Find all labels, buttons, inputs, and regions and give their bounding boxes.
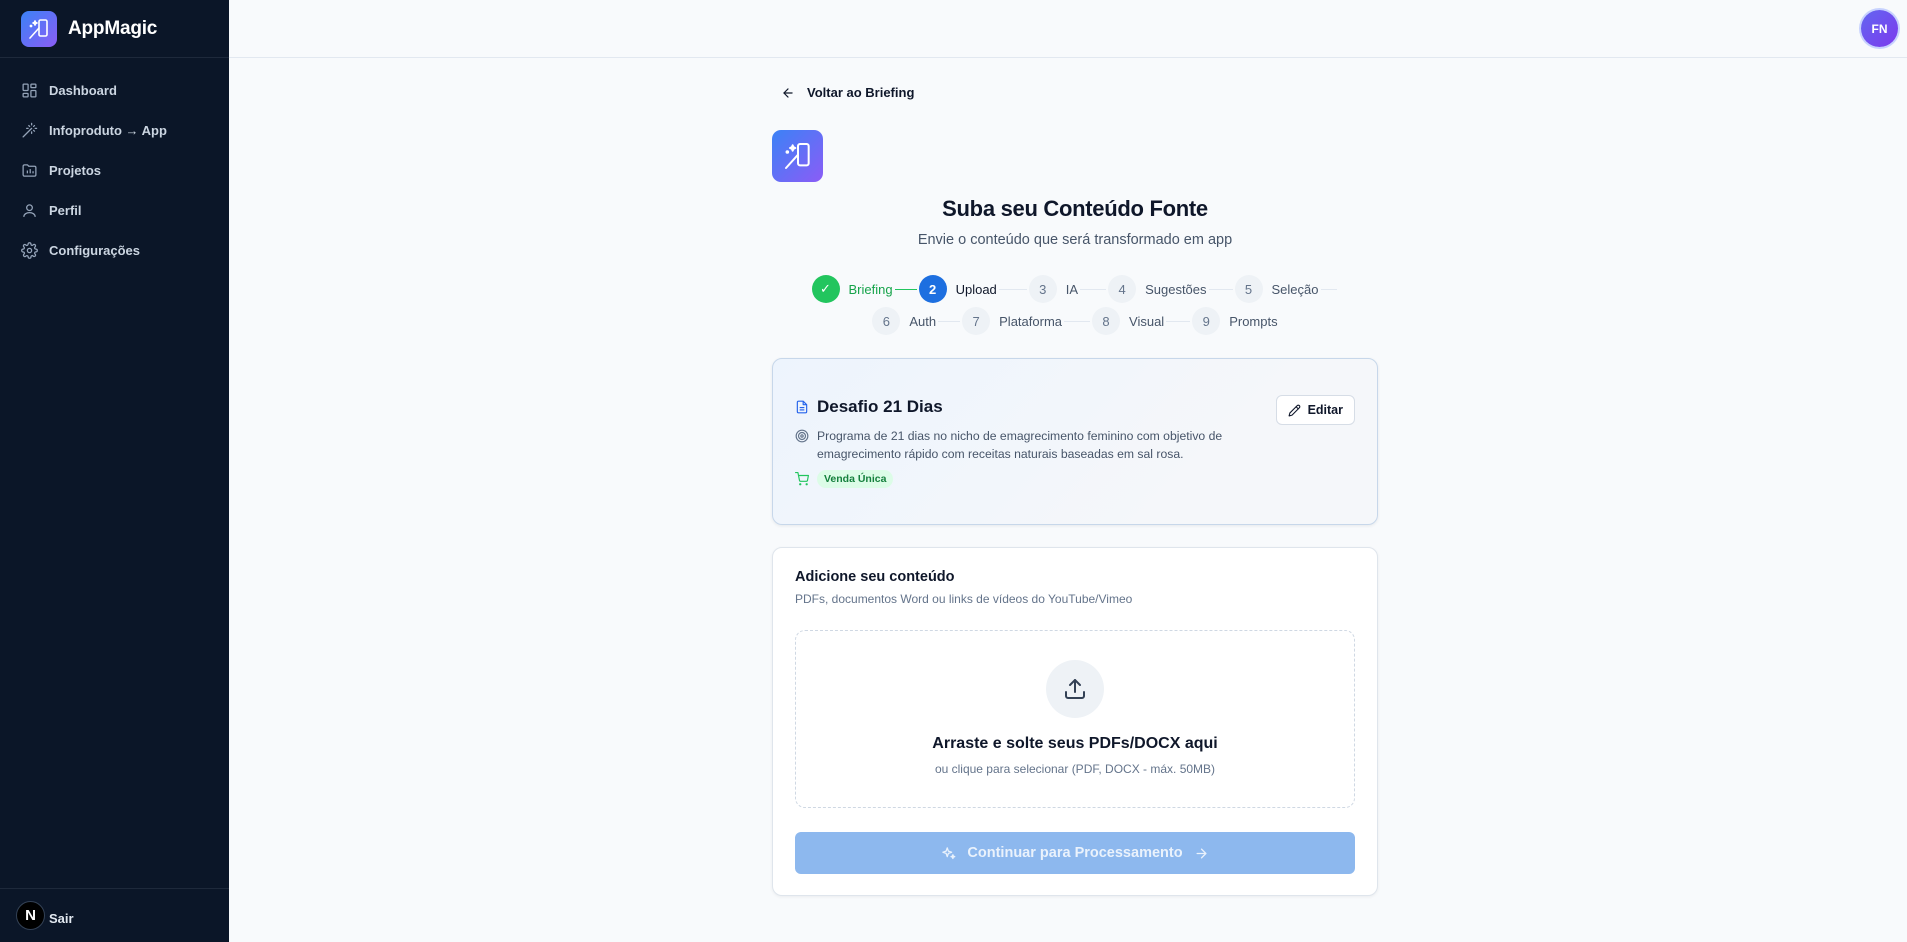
sidebar-item-infoproduto-app[interactable]: Infoproduto → App bbox=[0, 110, 229, 150]
logout-button[interactable]: Sair bbox=[49, 911, 74, 926]
dropzone-title: Arraste e solte seus PDFs/DOCX aqui bbox=[932, 735, 1218, 752]
step-number: 8 bbox=[1092, 307, 1121, 335]
step-ia[interactable]: 3 IA bbox=[1028, 275, 1079, 303]
step-label: Upload bbox=[955, 281, 997, 297]
edit-button[interactable]: Editar bbox=[1275, 395, 1355, 425]
status-badge: Venda Única bbox=[817, 470, 894, 488]
folder-chart-icon bbox=[22, 163, 37, 177]
magic-wand-phone-icon bbox=[772, 130, 823, 182]
document-icon bbox=[796, 400, 808, 414]
arrow-right-icon bbox=[1196, 848, 1207, 858]
step-number: 6 bbox=[872, 307, 901, 335]
step-label: IA bbox=[1065, 281, 1079, 297]
sidebar-item-configuracoes[interactable]: Configurações bbox=[0, 230, 229, 270]
briefing-title-text: Desafio 21 Dias bbox=[817, 397, 943, 416]
sidebar-item-dashboard[interactable]: Dashboard bbox=[0, 70, 229, 110]
step-sugestoes[interactable]: 4 Sugestões bbox=[1108, 275, 1207, 303]
briefing-sale-type: Venda Única bbox=[795, 470, 894, 488]
dashboard-icon bbox=[22, 82, 37, 98]
briefing-title: Desafio 21 Dias bbox=[795, 397, 943, 417]
continue-processing-button[interactable]: Continuar para Processamento bbox=[795, 832, 1355, 874]
step-label: Plataforma bbox=[999, 313, 1063, 329]
upload-card: Adicione seu conteúdo PDFs, documentos W… bbox=[772, 547, 1378, 896]
step-plataforma[interactable]: 7 Plataforma bbox=[962, 307, 1062, 335]
target-icon bbox=[795, 429, 809, 443]
sidebar: AppMagic Dashboard Infoproduto → App Pro… bbox=[0, 0, 229, 942]
sidebar-item-label: Perfil bbox=[49, 202, 82, 218]
wand-icon bbox=[22, 122, 38, 138]
upload-title: Adicione seu conteúdo bbox=[795, 569, 955, 585]
page-title: Suba seu Conteúdo Fonte bbox=[942, 196, 1208, 221]
step-connector bbox=[894, 288, 917, 290]
step-label: Seleção bbox=[1271, 281, 1319, 297]
sidebar-footer: N Sair bbox=[0, 888, 229, 942]
user-avatar[interactable]: FN bbox=[1861, 10, 1898, 47]
magic-wand-phone-icon bbox=[21, 10, 57, 47]
sidebar-item-label: Dashboard bbox=[49, 82, 117, 98]
step-briefing[interactable]: ✓ Briefing bbox=[811, 275, 893, 303]
sidebar-item-label: Projetos bbox=[49, 162, 102, 178]
step-prompts[interactable]: 9 Prompts bbox=[1192, 307, 1278, 335]
edit-label: Editar bbox=[1307, 403, 1343, 417]
step-connector bbox=[1064, 320, 1091, 322]
sidebar-nav: Dashboard Infoproduto → App Projetos Per… bbox=[0, 58, 229, 270]
briefing-description-text: Programa de 21 dias no nicho de emagreci… bbox=[817, 429, 1223, 461]
step-connector bbox=[1080, 288, 1107, 290]
pencil-icon bbox=[1288, 404, 1300, 416]
sidebar-item-label: Infoproduto → App bbox=[49, 122, 167, 138]
brand[interactable]: AppMagic bbox=[0, 0, 229, 58]
continue-label: Continuar para Processamento bbox=[967, 845, 1183, 861]
back-to-briefing-link[interactable]: Voltar ao Briefing bbox=[781, 85, 914, 100]
topbar: FN bbox=[229, 0, 1907, 58]
step-connector bbox=[938, 320, 961, 322]
briefing-description: Programa de 21 dias no nicho de emagreci… bbox=[795, 427, 1255, 463]
step-connector bbox=[998, 288, 1027, 290]
arrow-left-icon bbox=[783, 87, 793, 98]
step-number: 7 bbox=[962, 307, 991, 335]
briefing-card: Desafio 21 Dias Programa de 21 dias no n… bbox=[772, 358, 1378, 525]
sidebar-item-label: Configurações bbox=[49, 242, 141, 258]
stepper-row-2: 6 Auth 7 Plataforma 8 Visual 9 Prompts bbox=[772, 307, 1378, 335]
brand-name: AppMagic bbox=[68, 17, 158, 39]
back-label: Voltar ao Briefing bbox=[807, 85, 915, 100]
step-number: 9 bbox=[1192, 307, 1221, 335]
sidebar-item-projetos[interactable]: Projetos bbox=[0, 150, 229, 190]
step-selecao[interactable]: 5 Seleção bbox=[1234, 275, 1319, 303]
upload-subtitle: PDFs, documentos Word ou links de vídeos… bbox=[795, 592, 1133, 606]
avatar[interactable]: N bbox=[16, 901, 45, 930]
sparkles-icon bbox=[942, 846, 956, 859]
step-connector bbox=[1208, 288, 1233, 290]
dropzone-subtitle: ou clique para selecionar (PDF, DOCX - m… bbox=[934, 762, 1216, 776]
stepper-row-1: ✓ Briefing 2 Upload 3 IA 4 Sugestões 5 S… bbox=[772, 275, 1378, 303]
step-number: 2 bbox=[918, 275, 947, 303]
step-number: 3 bbox=[1028, 275, 1057, 303]
step-auth[interactable]: 6 Auth bbox=[872, 307, 936, 335]
step-connector bbox=[1320, 288, 1337, 290]
step-number: 5 bbox=[1234, 275, 1263, 303]
step-label: Briefing bbox=[848, 281, 893, 297]
step-upload[interactable]: 2 Upload bbox=[918, 275, 997, 303]
file-dropzone[interactable]: Arraste e solte seus PDFs/DOCX aqui ou c… bbox=[795, 630, 1355, 808]
gear-icon bbox=[21, 241, 38, 259]
step-visual[interactable]: 8 Visual bbox=[1092, 307, 1164, 335]
step-connector bbox=[1166, 320, 1191, 322]
cart-icon bbox=[795, 472, 809, 486]
step-label: Sugestões bbox=[1145, 281, 1207, 297]
user-icon bbox=[23, 203, 36, 217]
sidebar-item-perfil[interactable]: Perfil bbox=[0, 190, 229, 230]
step-label: Visual bbox=[1129, 313, 1165, 329]
step-number: 4 bbox=[1108, 275, 1137, 303]
check-icon: ✓ bbox=[811, 275, 840, 303]
page-subtitle: Envie o conteúdo que será transformado e… bbox=[917, 232, 1233, 248]
step-label: Auth bbox=[909, 313, 937, 329]
step-label: Prompts bbox=[1229, 313, 1278, 329]
upload-icon bbox=[1046, 660, 1104, 718]
